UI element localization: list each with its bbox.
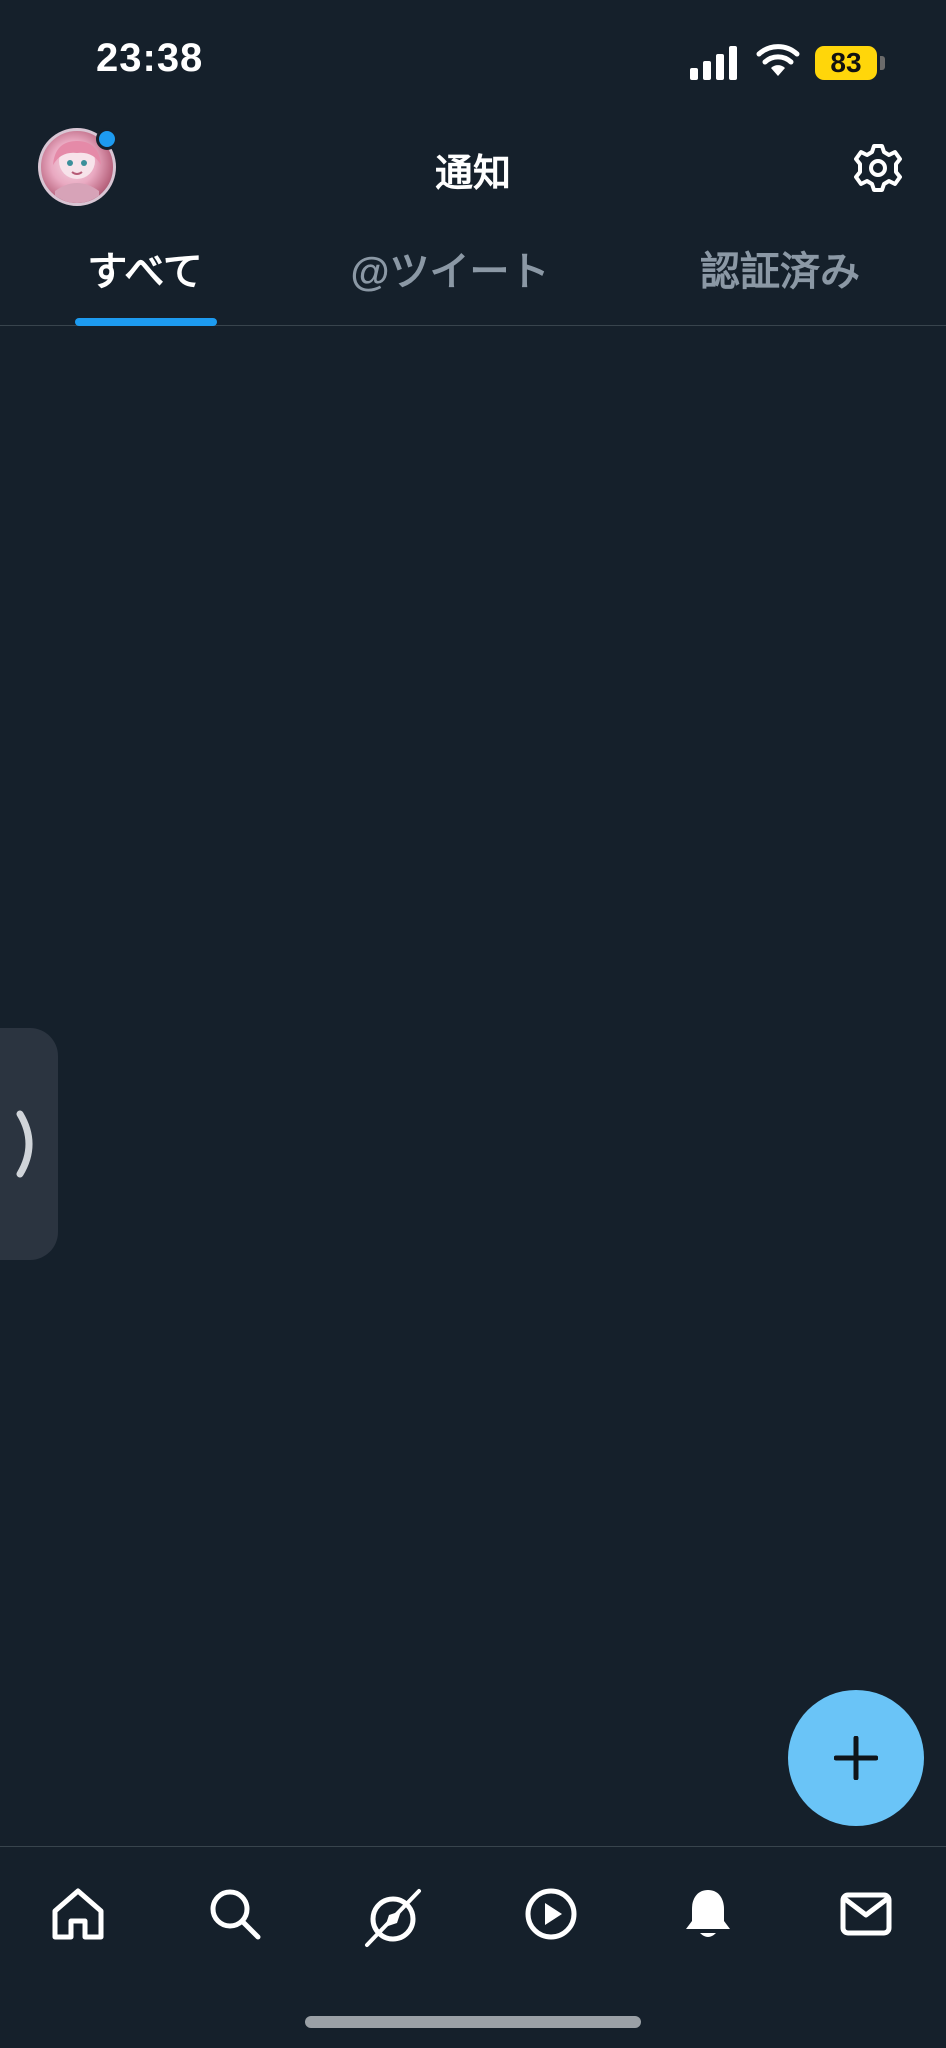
side-drawer-handle[interactable] [0,1028,58,1260]
plus-icon [834,1736,878,1780]
tab-mentions[interactable]: @ツイート [320,220,580,325]
status-time: 23:38 [96,36,204,80]
notification-tabs: すべて @ツイート 認証済み [0,220,946,326]
home-icon [52,1888,104,1940]
home-indicator[interactable] [305,2016,641,2028]
compose-button[interactable] [788,1690,924,1826]
active-tab-indicator [75,318,217,326]
wifi-icon [756,44,800,76]
nav-video[interactable] [511,1877,591,1957]
status-bar: 23:38 83 [0,0,946,120]
play-circle-icon [525,1888,577,1940]
search-icon [210,1889,261,1940]
gear-icon[interactable] [850,140,906,196]
tab-verified[interactable]: 認証済み [680,220,880,325]
cellular-signal-icon [690,46,737,80]
battery-cap [880,56,885,70]
battery-icon: 83 [815,46,877,80]
notification-list[interactable] [0,327,946,1847]
mail-icon [840,1892,892,1936]
nav-messages[interactable] [826,1877,906,1957]
compass-slash-icon [365,1889,421,1947]
header: 通知 [0,120,946,220]
bell-icon [686,1890,730,1937]
nav-explore[interactable] [353,1877,433,1957]
tab-all[interactable]: すべて [40,220,250,325]
nav-home[interactable] [38,1877,118,1957]
notifications-screen: 23:38 83 通知 すべて @ツイート 認証済み [0,0,946,2048]
page-title: 通知 [434,153,511,195]
nav-notifications[interactable] [668,1877,748,1957]
nav-search[interactable] [195,1877,275,1957]
chevron-right-icon [16,1110,33,1178]
